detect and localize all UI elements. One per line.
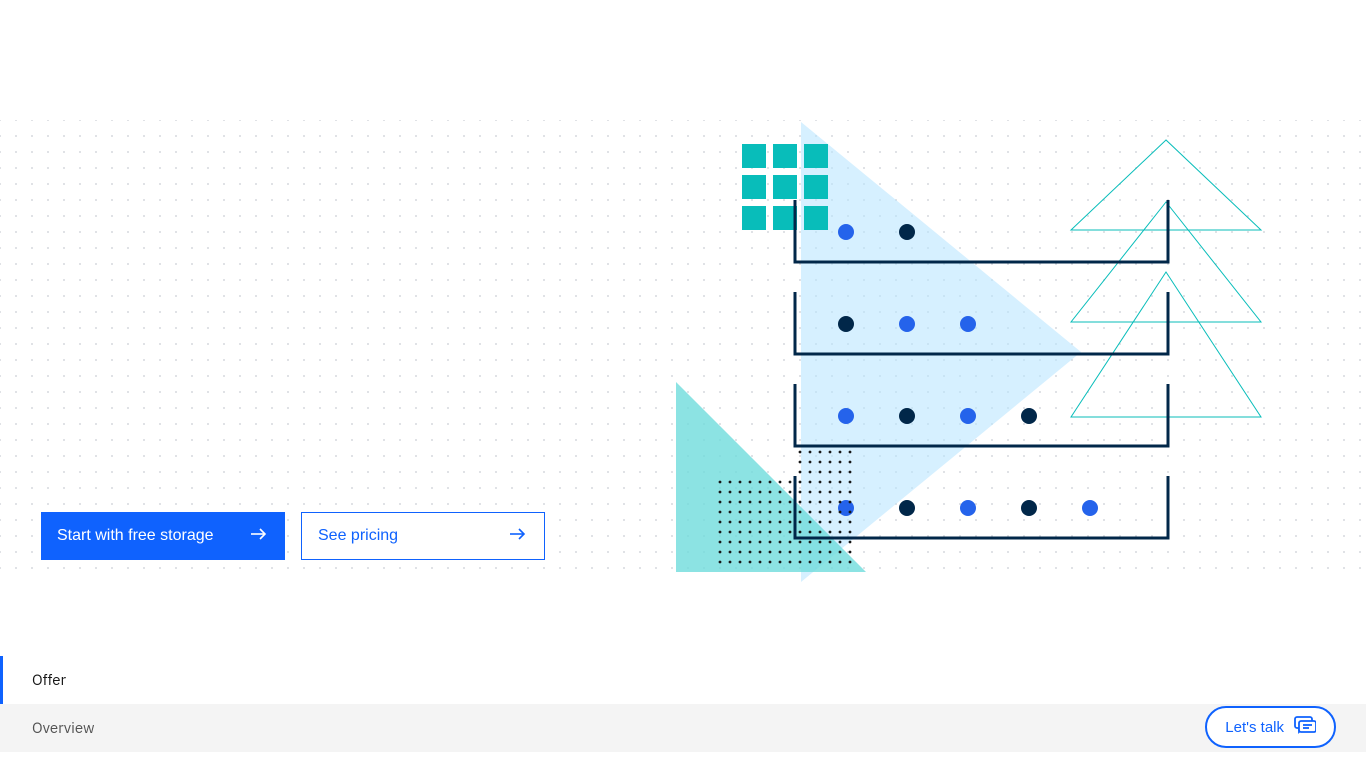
nav-item-label: Offer [32, 671, 66, 690]
chat-label: Let's talk [1225, 719, 1284, 736]
primary-cta-button[interactable]: Start with free storage [41, 512, 285, 560]
arrow-right-icon [249, 524, 269, 549]
chat-icon [1294, 716, 1316, 738]
nav-item-label: Overview [32, 719, 95, 738]
hero-illustration [676, 122, 1276, 582]
chat-button[interactable]: Let's talk [1205, 706, 1336, 748]
hero: Start with free storage See pricing [0, 0, 1366, 704]
cta-row: Start with free storage See pricing [41, 512, 545, 560]
nav-item-overview[interactable]: Overview [0, 704, 1366, 752]
secondary-cta-label: See pricing [318, 527, 398, 545]
arrow-right-icon [508, 524, 528, 549]
nav-item-offer[interactable]: Offer [0, 656, 1366, 704]
section-nav: Offer Overview [0, 656, 1366, 752]
primary-cta-label: Start with free storage [57, 527, 214, 545]
secondary-cta-button[interactable]: See pricing [301, 512, 545, 560]
